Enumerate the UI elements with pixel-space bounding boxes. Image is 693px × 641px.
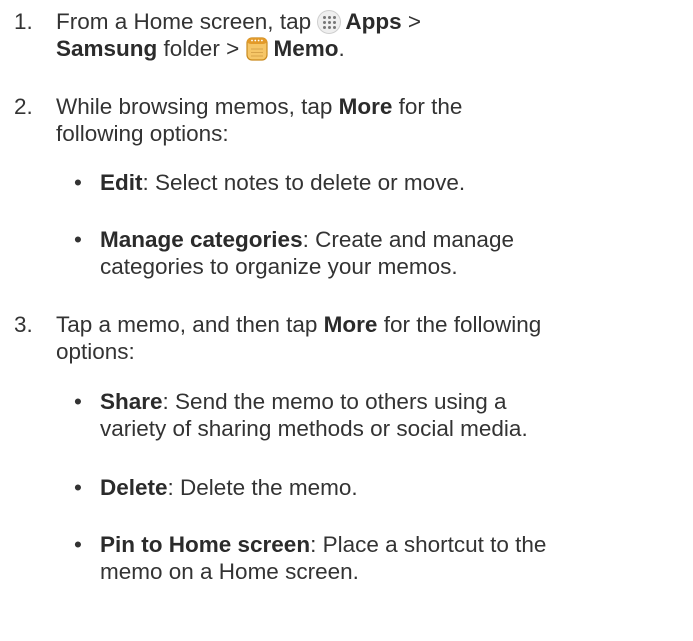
bullet-dot: •: [74, 170, 82, 195]
bullet-line: Manage categories: Create and manage: [100, 226, 693, 253]
bullet-dot: •: [74, 227, 82, 252]
option-name: Manage categories: [100, 227, 303, 252]
bullet-text: Manage categories: Create and manage cat…: [100, 226, 693, 280]
bullet-text: Pin to Home screen: Place a shortcut to …: [100, 531, 693, 585]
step-line: Tap a memo, and then tap More for the fo…: [56, 311, 693, 338]
option-description: : Place a shortcut to the: [310, 532, 547, 557]
memo-label: Memo: [273, 36, 339, 61]
step-text: .: [338, 36, 345, 61]
instruction-document: 1. From a Home screen, tap Apps > Samsun…: [0, 0, 693, 641]
bullet-line: memo on a Home screen.: [100, 559, 359, 584]
step-text: Tap a memo, and then tap: [56, 312, 324, 337]
bullet-line: Delete: Delete the memo.: [100, 474, 693, 501]
bullet-text: Delete: Delete the memo.: [100, 474, 693, 501]
bullet-line: Pin to Home screen: Place a shortcut to …: [100, 531, 693, 558]
step-line: options:: [56, 339, 135, 364]
option-name: Pin to Home screen: [100, 532, 311, 557]
more-label: More: [338, 94, 393, 119]
option-name: Delete: [100, 475, 168, 500]
step-body: From a Home screen, tap Apps > Samsung f…: [56, 8, 693, 62]
option-description: : Send the memo to others using a: [162, 389, 507, 414]
step-text: for the: [392, 94, 463, 119]
step-body: Tap a memo, and then tap More for the fo…: [56, 311, 693, 365]
bullet-line: categories to organize your memos.: [100, 254, 458, 279]
step-line: following options:: [56, 121, 229, 146]
bullet-text: Edit: Select notes to delete or move.: [100, 169, 693, 196]
option-description: : Create and manage: [302, 227, 514, 252]
step-body: While browsing memos, tap More for the f…: [56, 93, 693, 147]
samsung-label: Samsung: [56, 36, 158, 61]
more-label: More: [323, 312, 378, 337]
bullet-dot: •: [74, 389, 82, 414]
step-line: While browsing memos, tap More for the: [56, 93, 693, 120]
memo-icon: [246, 37, 269, 61]
option-name: Edit: [100, 170, 143, 195]
apps-label: Apps: [345, 9, 402, 34]
step-number: 2.: [14, 94, 33, 119]
step-number: 1.: [14, 9, 33, 34]
step-line: Samsung folder > Memo.: [56, 35, 693, 62]
step-line: From a Home screen, tap Apps >: [56, 8, 693, 35]
bullet-dot: •: [74, 532, 82, 557]
option-description: : Delete the memo.: [167, 475, 358, 500]
bullet-dot: •: [74, 475, 82, 500]
step-text: for the following: [377, 312, 542, 337]
option-description: : Select notes to delete or move.: [142, 170, 466, 195]
step-text: >: [401, 9, 421, 34]
step-text: folder >: [157, 36, 246, 61]
bullet-line: Edit: Select notes to delete or move.: [100, 169, 693, 196]
step-text: While browsing memos, tap: [56, 94, 339, 119]
option-name: Share: [100, 389, 163, 414]
bullet-line: Share: Send the memo to others using a: [100, 388, 693, 415]
apps-icon: [317, 10, 342, 34]
step-text: From a Home screen, tap: [56, 9, 318, 34]
step-number: 3.: [14, 312, 33, 337]
bullet-text: Share: Send the memo to others using a v…: [100, 388, 693, 442]
bullet-line: variety of sharing methods or social med…: [100, 416, 528, 441]
